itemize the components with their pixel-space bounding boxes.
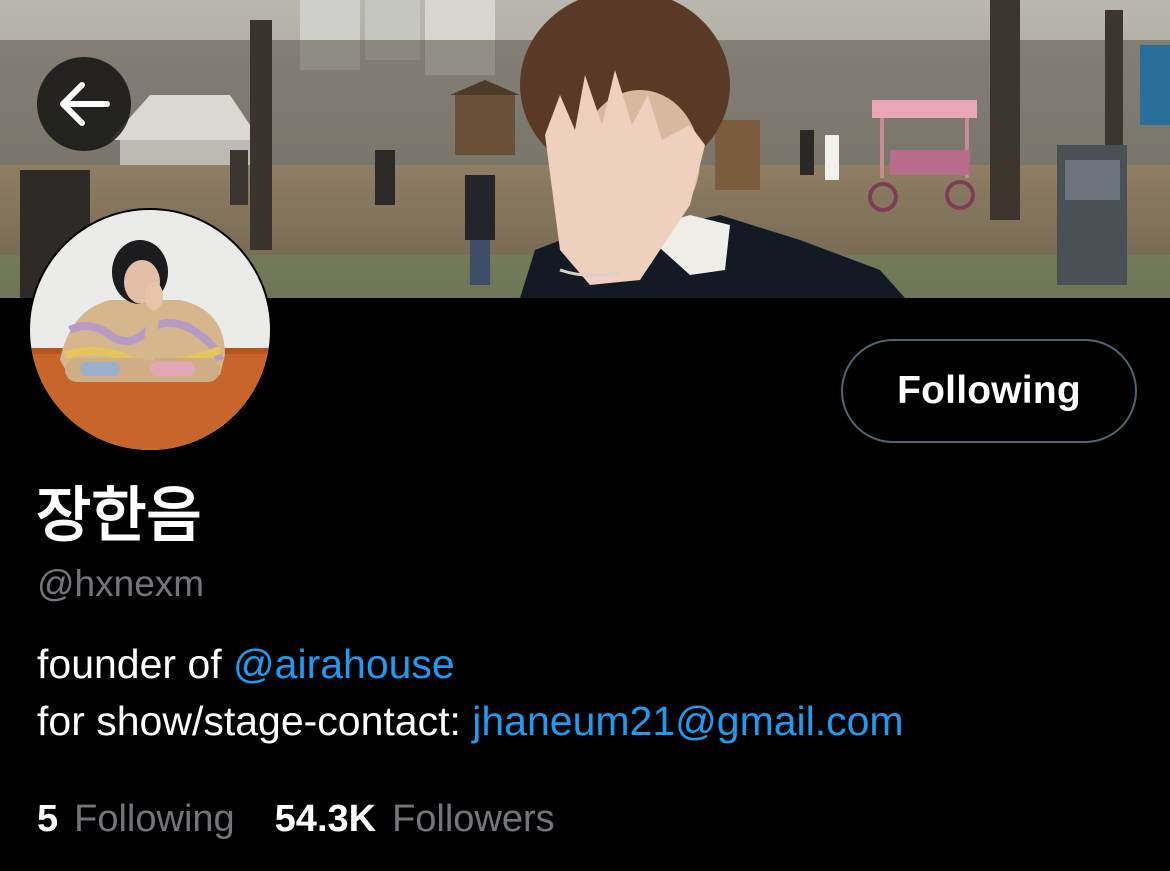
- profile-stats: 5 Following 54.3K Followers: [37, 795, 555, 843]
- mention-link[interactable]: @airahouse: [233, 641, 455, 687]
- email-link[interactable]: jhaneum21@gmail.com: [472, 698, 903, 744]
- bio-text: founder of: [37, 641, 234, 687]
- bio-line-2: for show/stage-contact: jhaneum21@gmail.…: [37, 693, 904, 750]
- avatar-image: [30, 210, 270, 450]
- followers-count: 54.3K: [274, 798, 377, 840]
- following-count: 5: [37, 798, 59, 840]
- profile-page: Following 장한음 @hxnexm founder of @airaho…: [0, 0, 1170, 871]
- followers-label: Followers: [392, 798, 555, 840]
- back-button[interactable]: [37, 57, 131, 151]
- username-handle: @hxnexm: [37, 563, 205, 604]
- profile-bio: founder of @airahouse for show/stage-con…: [37, 636, 904, 750]
- followers-stat[interactable]: 54.3K Followers: [275, 795, 555, 843]
- arrow-left-icon: [60, 82, 110, 126]
- display-name: 장한음: [36, 481, 202, 551]
- bio-line-1: founder of @airahouse: [37, 636, 904, 693]
- bio-text: for show/stage-contact:: [37, 698, 473, 744]
- following-button[interactable]: Following: [841, 339, 1137, 443]
- following-label: Following: [74, 798, 235, 840]
- following-stat[interactable]: 5 Following: [37, 795, 235, 843]
- avatar[interactable]: [28, 208, 272, 452]
